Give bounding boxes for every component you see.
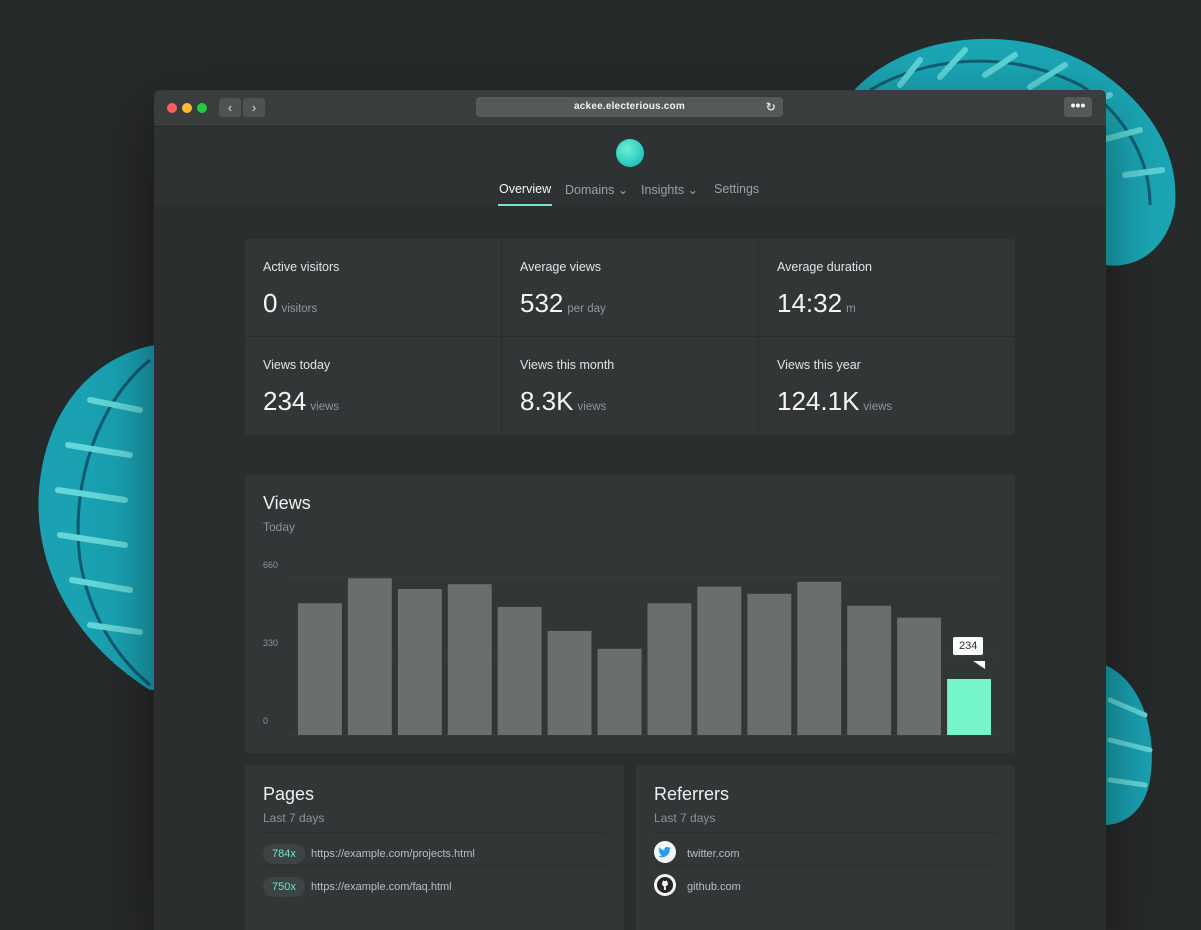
- back-button[interactable]: ‹: [219, 98, 241, 117]
- list-item[interactable]: 784x https://example.com/projects.html: [263, 832, 606, 865]
- nav-insights[interactable]: Insights ⌄: [641, 182, 698, 197]
- maximize-window-button[interactable]: [197, 103, 207, 113]
- bar-value-tooltip: 234: [953, 636, 984, 655]
- overview-content: Active visitors 0 visitors Average views …: [154, 206, 1106, 930]
- list-item[interactable]: github.com: [654, 865, 997, 898]
- chart-bar[interactable]: [298, 603, 342, 735]
- views-bar-chart: [290, 576, 997, 736]
- stat-active-visitors: Active visitors 0 visitors: [245, 239, 502, 337]
- page-url: https://example.com/faq.html: [311, 881, 452, 893]
- forward-button[interactable]: ›: [243, 98, 265, 117]
- chart-bar[interactable]: [747, 593, 792, 735]
- leaf-decoration-icon: [38, 345, 155, 690]
- chart-bar[interactable]: [497, 606, 542, 735]
- github-icon: [654, 874, 676, 896]
- stat-views-month: Views this month 8.3K views: [502, 337, 759, 434]
- stat-average-views: Average views 532 per day: [502, 239, 759, 337]
- stat-label: Views this month: [520, 358, 615, 372]
- nav-settings[interactable]: Settings: [714, 182, 759, 196]
- views-card: Views Today 660 330 0 234: [245, 474, 1015, 753]
- twitter-icon: [654, 841, 676, 863]
- chart-bar[interactable]: [397, 589, 442, 735]
- browser-window: ‹ › ackee.electerious.com ↻ ••• Overview…: [154, 90, 1106, 930]
- leaf-decoration-icon: [1105, 665, 1153, 825]
- more-menu-button[interactable]: •••: [1064, 97, 1092, 117]
- stat-label: Views this year: [777, 358, 861, 372]
- list-item[interactable]: 750x https://example.com/faq.html: [263, 865, 606, 898]
- stat-views-today: Views today 234 views: [245, 337, 502, 434]
- stat-value: 8.3K views: [520, 386, 607, 416]
- stat-average-duration: Average duration 14:32 m: [759, 239, 1015, 337]
- referrer-name: github.com: [687, 881, 741, 893]
- nav-domains[interactable]: Domains ⌄: [565, 182, 628, 197]
- referrers-title: Referrers: [654, 784, 730, 804]
- ackee-logo[interactable]: [616, 139, 644, 167]
- browser-titlebar: ‹ › ackee.electerious.com ↻ •••: [154, 90, 1106, 127]
- minimize-window-button[interactable]: [182, 103, 192, 113]
- chart-bar[interactable]: [547, 630, 592, 735]
- stats-grid: Active visitors 0 visitors Average views …: [245, 239, 1015, 435]
- chart-bar[interactable]: [597, 648, 642, 735]
- chart-bar-active[interactable]: [947, 679, 991, 735]
- chart-bar[interactable]: [647, 603, 692, 735]
- pages-card: Pages Last 7 days 784x https://example.c…: [245, 765, 624, 930]
- view-count-badge: 750x: [263, 877, 305, 897]
- chart-bar[interactable]: [797, 581, 842, 735]
- chart-bar[interactable]: [697, 586, 742, 735]
- chart-bar[interactable]: [847, 605, 892, 735]
- stat-value: 234 views: [263, 386, 340, 416]
- list-item[interactable]: twitter.com: [654, 832, 997, 865]
- referrers-subtitle: Last 7 days: [654, 811, 716, 825]
- stat-label: Active visitors: [263, 260, 340, 274]
- stat-label: Average views: [520, 260, 602, 274]
- stat-value: 532 per day: [520, 288, 606, 318]
- view-count-badge: 784x: [263, 844, 305, 864]
- tooltip-pointer: [973, 660, 986, 669]
- referrer-name: twitter.com: [687, 848, 740, 860]
- stat-value: 0 visitors: [263, 288, 318, 318]
- chart-bar[interactable]: [347, 578, 392, 735]
- close-window-button[interactable]: [167, 103, 177, 113]
- referrers-card: Referrers Last 7 days twitter.com github…: [636, 765, 1015, 930]
- pages-title: Pages: [263, 784, 315, 804]
- app-header: Overview Domains ⌄ Insights ⌄ Settings: [154, 127, 1106, 207]
- nav-overview[interactable]: Overview: [499, 182, 551, 196]
- stat-label: Average duration: [777, 260, 872, 274]
- reload-icon[interactable]: ↻: [766, 97, 776, 117]
- stat-value: 14:32 m: [777, 288, 856, 318]
- pages-subtitle: Last 7 days: [263, 811, 325, 825]
- stat-value: 124.1K views: [777, 386, 893, 416]
- stat-label: Views today: [263, 358, 331, 372]
- url-text: ackee.electerious.com: [574, 101, 685, 112]
- page-url: https://example.com/projects.html: [311, 848, 475, 860]
- url-bar[interactable]: ackee.electerious.com ↻: [476, 97, 783, 117]
- chart-bar[interactable]: [897, 617, 941, 735]
- stat-views-year: Views this year 124.1K views: [759, 337, 1015, 434]
- chart-bar[interactable]: [447, 584, 492, 735]
